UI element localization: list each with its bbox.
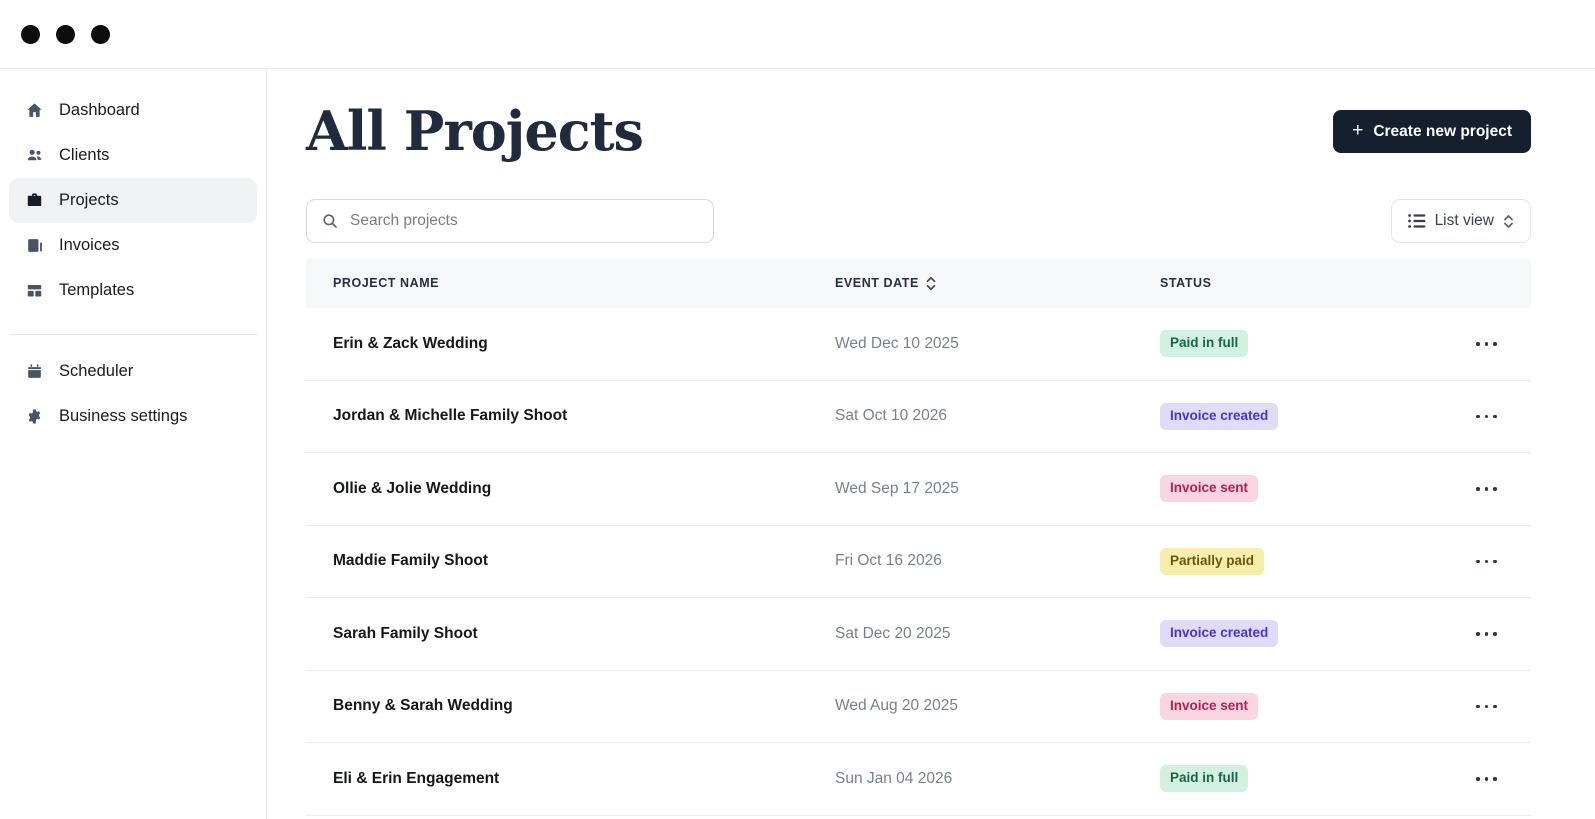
event-date-cell: Wed Dec 10 2025 [835,335,1160,353]
event-date-cell: Wed Sep 17 2025 [835,480,1160,498]
status-badge: Invoice created [1160,620,1278,647]
status-cell: Invoice created [1160,620,1451,647]
event-date-cell: Sat Dec 20 2025 [835,625,1160,643]
sidebar: Dashboard Clients Projects Invoices Temp… [0,69,267,819]
dots-icon [1476,560,1480,564]
dots-icon [1476,487,1480,491]
project-name-cell: Erin & Zack Wedding [333,335,835,353]
project-name-cell: Jordan & Michelle Family Shoot [333,407,835,425]
sidebar-item-dashboard[interactable]: Dashboard [9,88,257,133]
table-row[interactable]: Maddie Family Shoot Fri Oct 16 2026 Part… [306,526,1531,599]
sidebar-item-label: Clients [59,146,109,165]
row-actions-menu-button[interactable] [1474,699,1499,715]
view-switcher-button[interactable]: List view [1391,199,1531,243]
dots-icon [1476,342,1480,346]
status-badge: Invoice created [1160,403,1278,430]
sidebar-item-clients[interactable]: Clients [9,133,257,178]
row-actions-menu-button[interactable] [1474,409,1499,425]
search-box[interactable] [306,199,714,243]
window-titlebar [0,0,1595,69]
row-actions-menu-button[interactable] [1474,626,1499,642]
event-date-cell: Fri Oct 16 2026 [835,552,1160,570]
status-badge: Paid in full [1160,765,1248,792]
gear-icon [24,407,44,427]
project-name-cell: Ollie & Jolie Wedding [333,480,835,498]
status-badge: Paid in full [1160,330,1248,357]
status-cell: Paid in full [1160,765,1451,792]
search-icon [321,212,339,230]
event-date-cell: Sun Jan 04 2026 [835,770,1160,788]
row-actions-menu-button[interactable] [1474,481,1499,497]
sidebar-item-templates[interactable]: Templates [9,268,257,313]
dots-icon [1476,415,1480,419]
row-actions-menu-button[interactable] [1474,336,1499,352]
table-row[interactable]: Jordan & Michelle Family Shoot Sat Oct 1… [306,381,1531,454]
status-cell: Invoice created [1160,403,1451,430]
sidebar-item-label: Scheduler [59,362,133,381]
row-actions-menu-button[interactable] [1474,771,1499,787]
table-row[interactable]: Eli & Erin Engagement Sun Jan 04 2026 Pa… [306,743,1531,816]
table-body: Erin & Zack Wedding Wed Dec 10 2025 Paid… [306,308,1531,816]
event-date-cell: Wed Aug 20 2025 [835,697,1160,715]
status-cell: Invoice sent [1160,693,1451,720]
sidebar-item-label: Dashboard [59,101,140,120]
status-badge: Invoice sent [1160,475,1258,502]
chevron-updown-icon [1503,214,1514,229]
sidebar-item-label: Business settings [59,407,187,426]
list-icon [1408,213,1426,229]
plus-icon: + [1352,121,1363,140]
project-name-cell: Eli & Erin Engagement [333,770,835,788]
calendar-icon [24,362,44,382]
briefcase-icon [24,191,44,211]
table-row[interactable]: Ollie & Jolie Wedding Wed Sep 17 2025 In… [306,453,1531,526]
sidebar-item-business-settings[interactable]: Business settings [9,394,257,439]
sidebar-item-scheduler[interactable]: Scheduler [9,349,257,394]
sidebar-item-label: Invoices [59,236,120,255]
column-header-status: STATUS [1160,276,1451,290]
table-row[interactable]: Sarah Family Shoot Sat Dec 20 2025 Invoi… [306,598,1531,671]
status-cell: Partially paid [1160,548,1451,575]
status-cell: Paid in full [1160,330,1451,357]
status-badge: Partially paid [1160,548,1264,575]
table-header: PROJECT NAME EVENT DATE STATUS [306,258,1531,308]
sidebar-item-projects[interactable]: Projects [9,178,257,223]
project-name-cell: Sarah Family Shoot [333,625,835,643]
sidebar-item-invoices[interactable]: Invoices [9,223,257,268]
table-row[interactable]: Benny & Sarah Wedding Wed Aug 20 2025 In… [306,671,1531,744]
column-header-event-date[interactable]: EVENT DATE [835,276,1160,291]
home-icon [24,101,44,121]
row-actions-menu-button[interactable] [1474,554,1499,570]
create-new-project-button[interactable]: + Create new project [1333,110,1531,153]
event-date-cell: Sat Oct 10 2026 [835,407,1160,425]
project-name-cell: Benny & Sarah Wedding [333,697,835,715]
dots-icon [1476,777,1480,781]
search-input[interactable] [350,212,699,230]
sort-icon [926,276,936,291]
table-row[interactable]: Erin & Zack Wedding Wed Dec 10 2025 Paid… [306,308,1531,381]
status-cell: Invoice sent [1160,475,1451,502]
templates-icon [24,281,44,301]
main-content: All Projects + Create new project List v… [267,69,1595,819]
dots-icon [1476,632,1480,636]
column-header-project-name: PROJECT NAME [333,276,835,290]
invoice-icon [24,236,44,256]
window-control-dot-3[interactable] [91,25,110,44]
projects-table: PROJECT NAME EVENT DATE STATUS Erin & Za… [306,258,1531,816]
users-icon [24,146,44,166]
status-badge: Invoice sent [1160,693,1258,720]
window-control-dot-1[interactable] [21,25,40,44]
sidebar-item-label: Templates [59,281,134,300]
project-name-cell: Maddie Family Shoot [333,552,835,570]
sidebar-divider [9,334,257,335]
page-title: All Projects [306,100,643,162]
sidebar-item-label: Projects [59,191,119,210]
window-control-dot-2[interactable] [56,25,75,44]
dots-icon [1476,705,1480,709]
